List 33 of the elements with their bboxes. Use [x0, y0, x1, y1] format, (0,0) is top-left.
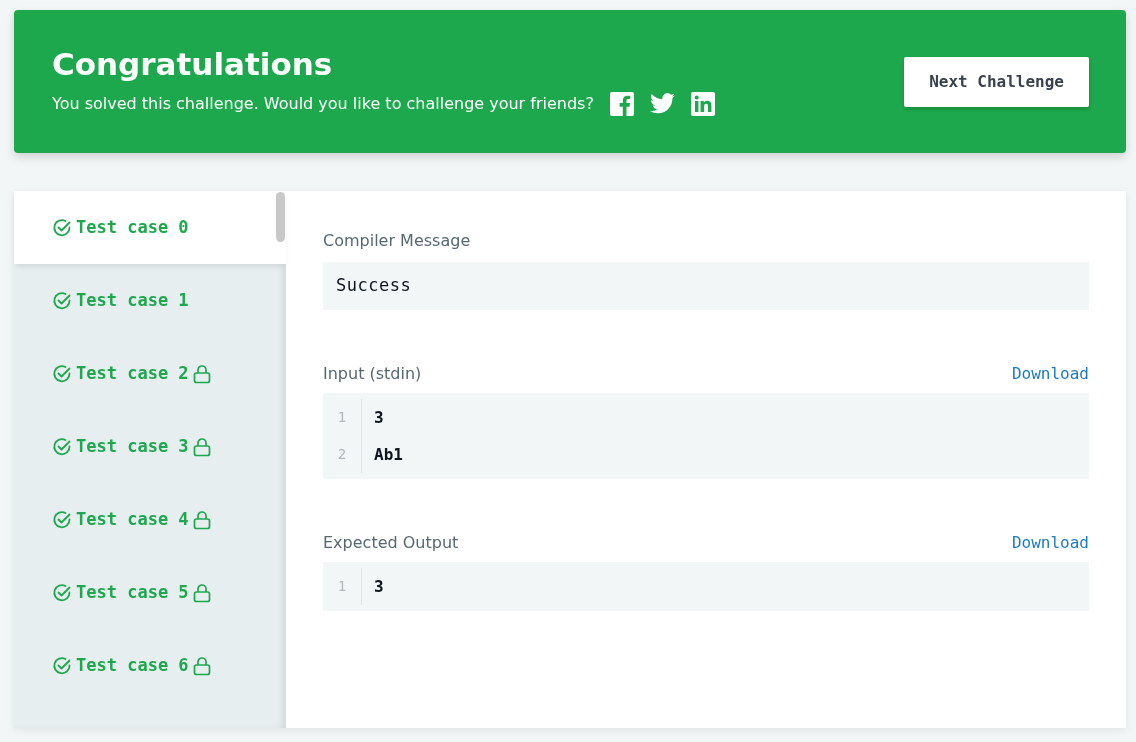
check-circle-icon [52, 509, 72, 530]
test-case-tab[interactable]: Test case 4 [14, 483, 286, 556]
section-label: Input (stdin) [323, 363, 422, 385]
next-challenge-button[interactable]: Next Challenge [904, 56, 1089, 107]
code-line: Ab1 [373, 443, 403, 466]
check-circle-icon [52, 363, 72, 384]
linkedin-icon[interactable] [690, 91, 715, 116]
check-circle-icon [52, 655, 72, 676]
test-case-tab[interactable]: Test case 1 [14, 264, 286, 337]
test-case-tab[interactable]: Test case 6 [14, 629, 286, 702]
code-line: 3 [373, 575, 384, 598]
check-circle-icon [52, 436, 72, 457]
download-link[interactable]: Download [1011, 531, 1089, 555]
line-number: 1 [323, 568, 362, 605]
scrollbar-thumb[interactable] [276, 192, 285, 242]
compiler-message-output: Success [323, 262, 1089, 310]
line-number: 1 [323, 399, 362, 436]
test-case-tab[interactable]: Test case 5 [14, 556, 286, 629]
check-circle-icon [52, 582, 72, 603]
compiler-message-label: Compiler Message [323, 230, 472, 252]
check-circle-icon [52, 217, 72, 238]
banner-message: You solved this challenge. Would you like to challenge your friends? [52, 92, 594, 115]
line-number: 2 [323, 436, 362, 473]
test-case-tab[interactable]: Test case 0 [14, 191, 286, 264]
test-case-tab[interactable]: Test case 2 [14, 337, 286, 410]
facebook-icon[interactable] [609, 91, 634, 116]
bird-icon[interactable] [649, 93, 675, 115]
test-case-tab[interactable]: Test case 3 [14, 410, 286, 483]
check-circle-icon [52, 290, 72, 311]
banner-title: Congratulations [52, 47, 334, 82]
download-link[interactable]: Download [1011, 362, 1089, 386]
code-line: 3 [373, 406, 384, 429]
section-label: Expected Output [323, 532, 459, 554]
